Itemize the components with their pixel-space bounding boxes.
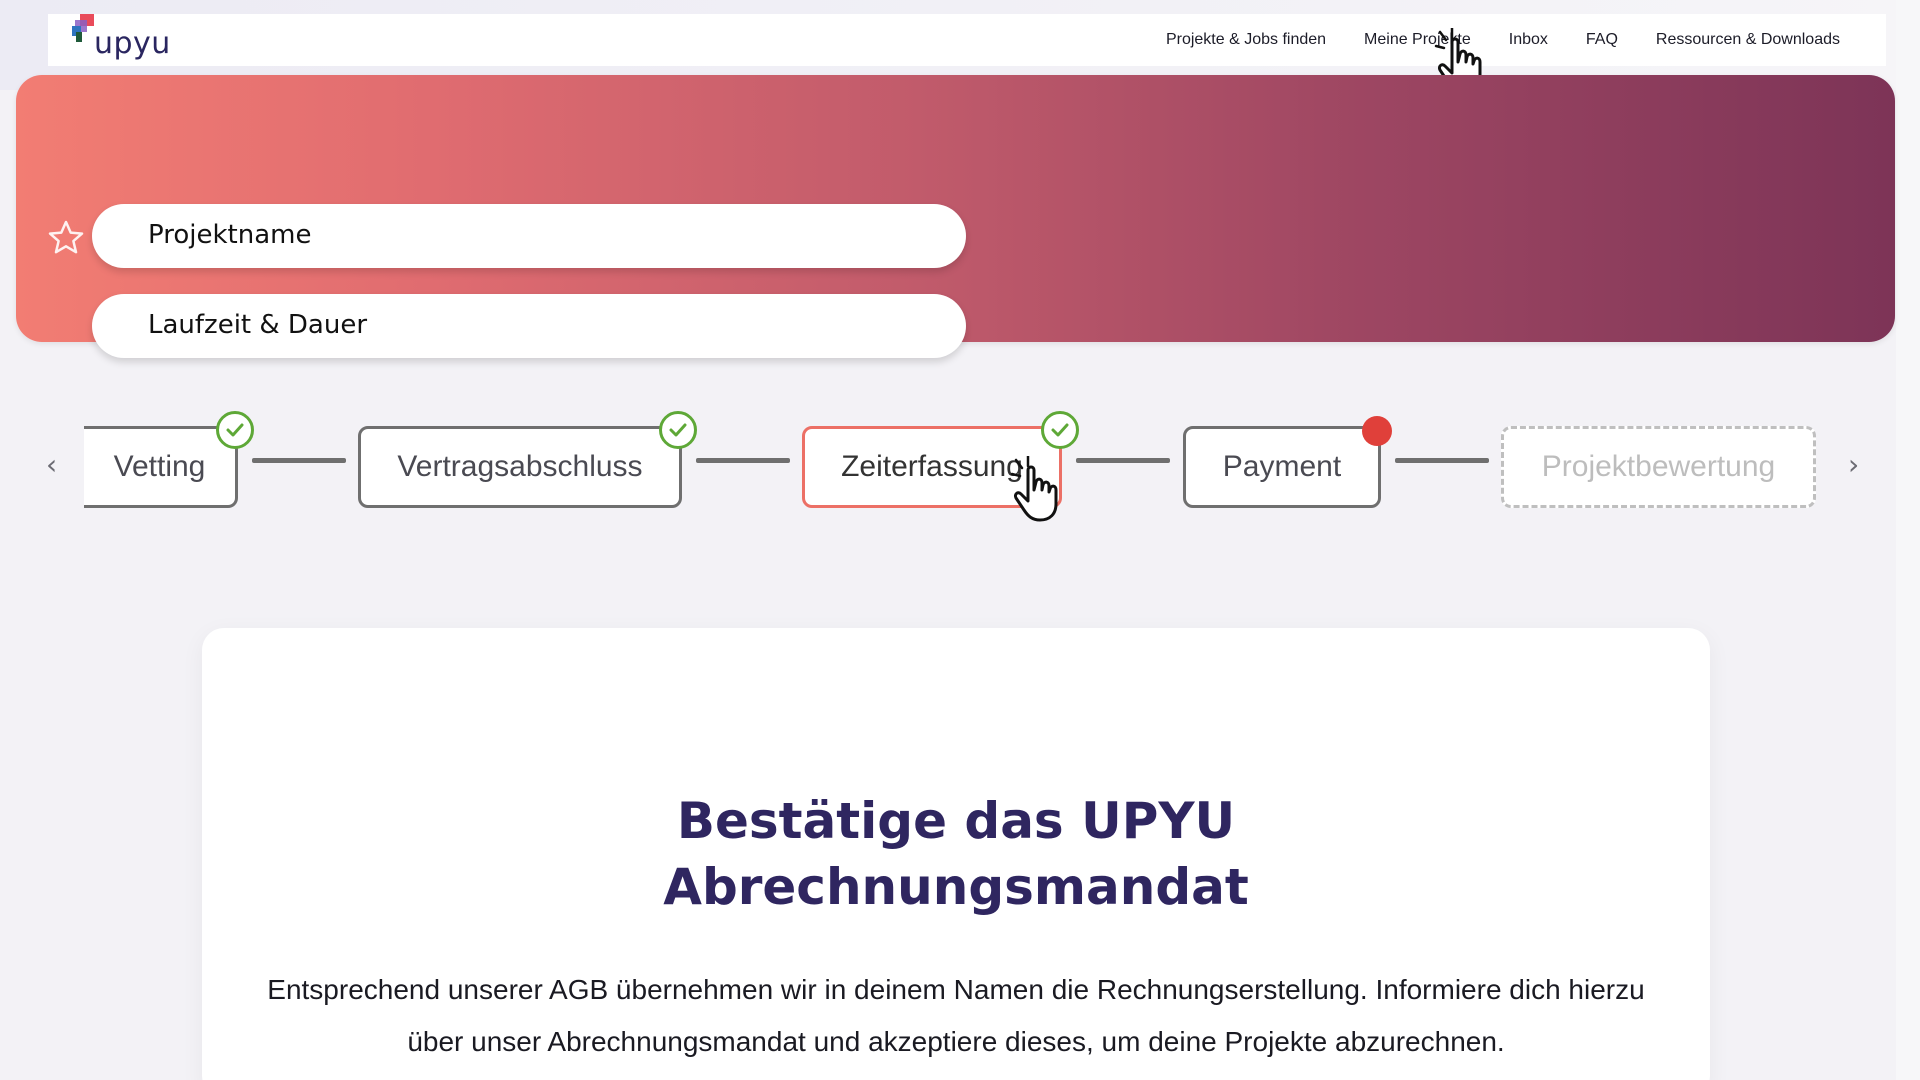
step-label: Projektbewertung: [1541, 450, 1776, 483]
step-label: Zeiterfassung: [841, 450, 1023, 483]
step-connector: [1076, 458, 1170, 463]
page-edge: [1896, 0, 1920, 1080]
check-circle-icon: [659, 411, 697, 449]
nav-faq[interactable]: FAQ: [1586, 31, 1618, 49]
alert-dot-icon: [1362, 416, 1392, 446]
step-payment[interactable]: Payment: [1183, 426, 1381, 508]
mandate-card: Bestätige das UPYU Abrechnungsmandat Ent…: [202, 628, 1710, 1080]
step-label: Vertragsabschluss: [397, 450, 643, 483]
hand-pointer-cursor-icon: [1010, 456, 1058, 522]
step-connector: [696, 458, 790, 463]
project-header-banner: Projektname Laufzeit & Dauer: [16, 75, 1895, 358]
step-projektbewertung: Projektbewertung: [1501, 426, 1816, 508]
project-name-label: Projektname: [148, 220, 312, 250]
top-navigation-bar: upyu Projekte & Jobs finden Meine Projek…: [48, 14, 1886, 66]
project-duration-label: Laufzeit & Dauer: [148, 310, 368, 340]
check-circle-icon: [1041, 411, 1079, 449]
step-label: Payment: [1222, 450, 1342, 483]
mandate-title-line-1: Bestätige das UPYU: [676, 792, 1236, 850]
nav-projekte-jobs-finden[interactable]: Projekte & Jobs finden: [1166, 31, 1326, 49]
star-icon[interactable]: [46, 218, 86, 258]
step-vertragsabschluss[interactable]: Vertragsabschluss: [358, 426, 682, 508]
project-name-field[interactable]: Projektname: [92, 204, 966, 268]
chevron-left-icon[interactable]: ‹: [46, 448, 57, 481]
mandate-description: Entsprechend unserer AGB übernehmen wir …: [267, 974, 1645, 1057]
step-vetting[interactable]: Vetting: [84, 426, 238, 508]
nav-ressourcen-downloads[interactable]: Ressourcen & Downloads: [1656, 31, 1840, 49]
step-connector: [1395, 458, 1489, 463]
step-connector: [252, 458, 346, 463]
project-duration-field[interactable]: Laufzeit & Dauer: [92, 294, 966, 358]
check-circle-icon: [216, 411, 254, 449]
chevron-right-icon[interactable]: ›: [1848, 448, 1859, 481]
upyu-logo[interactable]: upyu: [72, 14, 192, 66]
mandate-title-line-2: Abrechnungsmandat: [663, 858, 1249, 916]
step-label: Vetting: [113, 450, 206, 483]
main-nav: Projekte & Jobs finden Meine Projekte In…: [1166, 14, 1840, 66]
mandate-title: Bestätige das UPYU Abrechnungsmandat: [202, 788, 1710, 920]
nav-inbox[interactable]: Inbox: [1509, 31, 1548, 49]
logo-text: upyu: [94, 26, 171, 61]
